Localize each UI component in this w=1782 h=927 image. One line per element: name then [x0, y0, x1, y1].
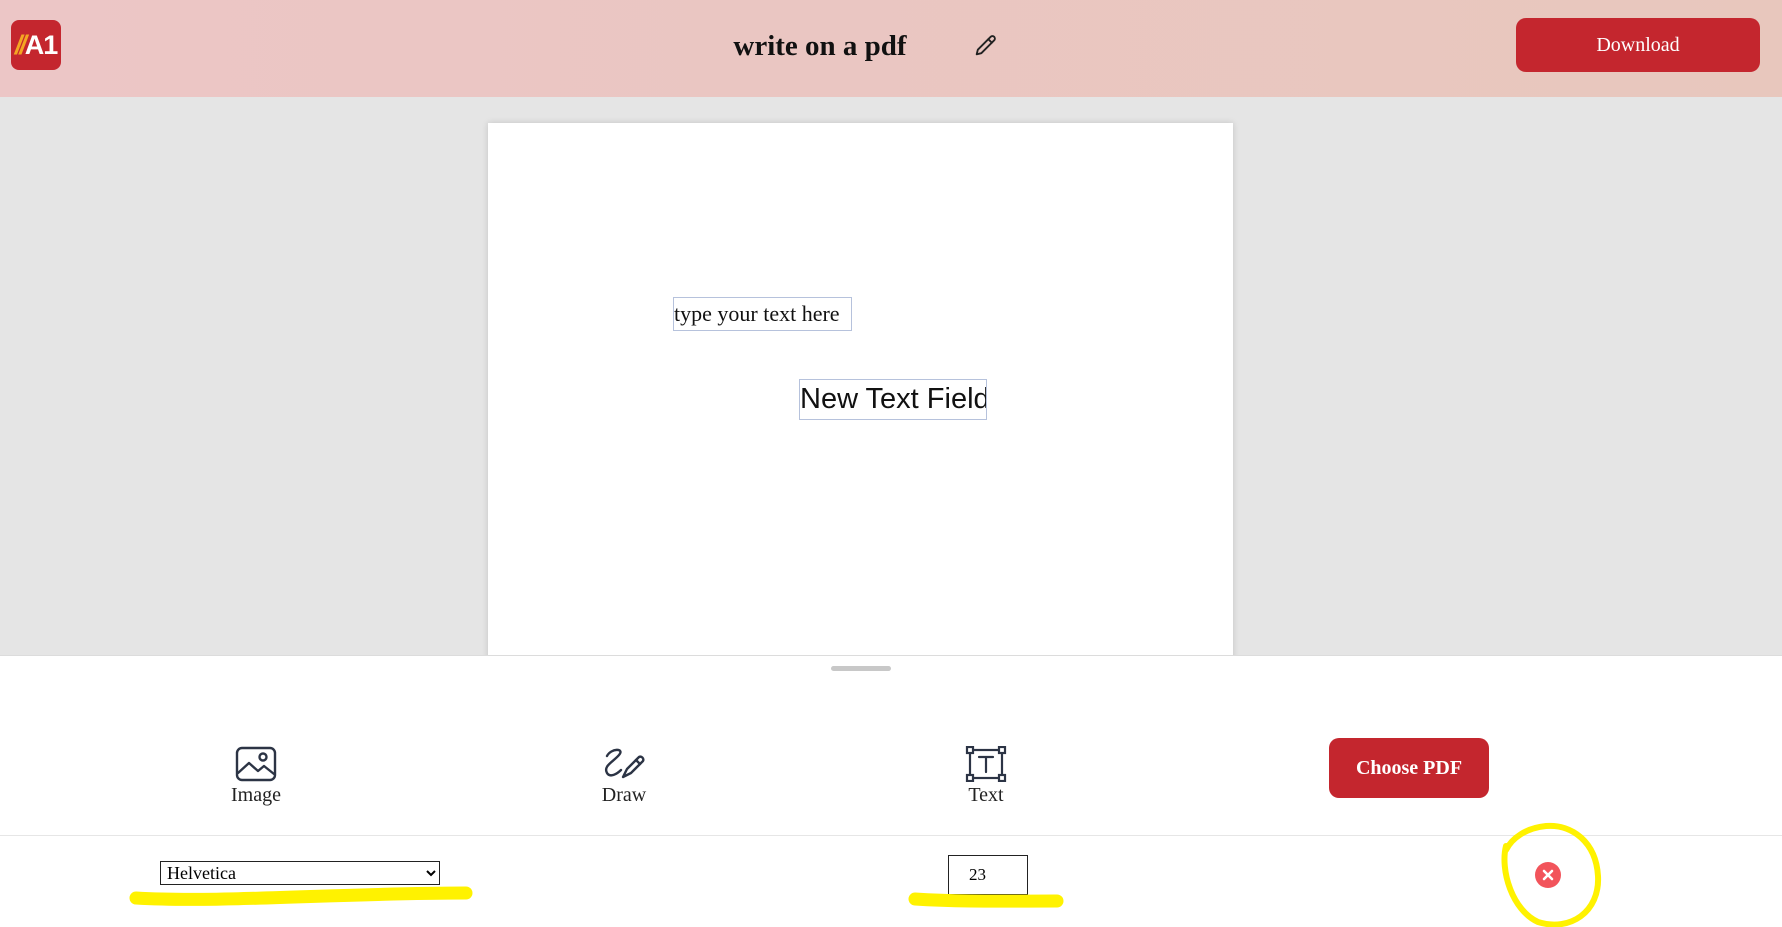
document-title[interactable]: write on a pdf	[700, 26, 940, 66]
choose-pdf-button[interactable]: Choose PDF	[1329, 738, 1489, 798]
pdf-workspace: type your text here New Text Field	[0, 97, 1782, 655]
pencil-icon[interactable]	[972, 31, 1000, 59]
font-family-select[interactable]: Helvetica	[160, 861, 440, 885]
draw-tool-label: Draw	[601, 784, 647, 806]
close-circle-icon[interactable]	[1535, 862, 1561, 888]
draw-tool-button[interactable]: Draw	[569, 746, 679, 816]
tool-panel: Image Draw Text Choose PDF Helvetica	[0, 655, 1782, 927]
image-tool-label: Image	[231, 784, 281, 806]
top-bar: //A1 write on a pdf Download	[0, 0, 1782, 97]
options-divider	[0, 835, 1782, 836]
download-button[interactable]: Download	[1516, 18, 1760, 72]
text-field-placeholder[interactable]: type your text here	[673, 297, 852, 331]
app-logo[interactable]: //A1	[11, 20, 61, 70]
text-tool-button[interactable]: Text	[931, 746, 1041, 816]
pdf-page[interactable]: type your text here New Text Field	[488, 123, 1233, 655]
text-box-icon	[965, 746, 1007, 782]
text-field-new[interactable]: New Text Field	[799, 379, 987, 420]
draw-icon	[604, 748, 645, 779]
panel-drag-handle[interactable]	[831, 666, 891, 671]
text-tool-label: Text	[968, 784, 1004, 806]
font-size-input[interactable]	[948, 855, 1028, 895]
image-icon	[235, 746, 277, 782]
image-tool-button[interactable]: Image	[201, 746, 311, 816]
